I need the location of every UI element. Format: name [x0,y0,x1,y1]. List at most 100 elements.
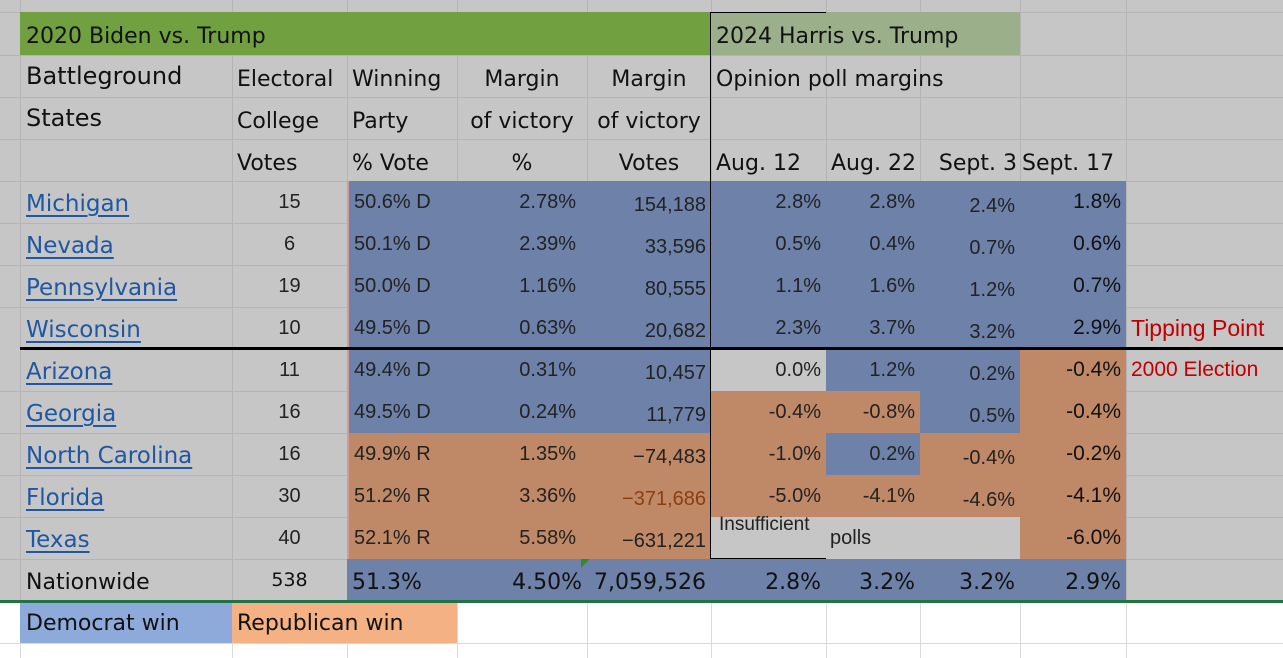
header-electoral-1[interactable]: Electoral [232,55,347,97]
winning-party[interactable]: 51.2% R [347,475,457,517]
poll-margin[interactable]: -0.2% [1020,433,1126,475]
margin-votes[interactable]: −631,221 [587,517,711,559]
margin-pct[interactable]: 0.63% [457,307,587,349]
header-electoral-2[interactable]: College [232,97,347,139]
header-electoral-3[interactable]: Votes [232,139,347,181]
electoral-votes[interactable]: 15 [232,181,347,223]
poll-margin[interactable]: 2.8% [711,181,826,223]
poll-margin[interactable]: polls [826,517,920,559]
margin-pct[interactable]: 2.39% [457,223,587,265]
margin-pct[interactable]: 0.24% [457,391,587,433]
electoral-votes[interactable]: 19 [232,265,347,307]
poll-margin[interactable]: -4.1% [826,475,920,517]
header-margin-votes-1[interactable]: Margin [587,55,711,97]
electoral-votes[interactable]: 16 [232,433,347,475]
winning-party[interactable]: 49.4% D [347,349,457,391]
poll-margin[interactable]: -4.1% [1020,475,1126,517]
poll-margin[interactable]: 0.4% [826,223,920,265]
annotation-note[interactable]: Tipping Point [1126,307,1283,349]
margin-pct[interactable]: 1.16% [457,265,587,307]
state-link[interactable]: North Carolina [20,433,232,475]
poll-margin[interactable]: 0.2% [826,433,920,475]
poll-margin[interactable]: 2.3% [711,307,826,349]
margin-votes[interactable]: 11,779 [587,391,711,433]
nationwide-label[interactable]: Nationwide [20,559,232,601]
poll-margin[interactable]: -4.6% [920,475,1020,517]
electoral-votes[interactable]: 11 [232,349,347,391]
error-indicator-icon[interactable] [581,559,590,568]
header-poll-date[interactable]: Sept. 17 [1020,139,1126,181]
winning-party[interactable]: 49.5% D [347,391,457,433]
poll-margin[interactable]: -5.0% [711,475,826,517]
poll-margin[interactable]: 2.4% [920,181,1020,223]
margin-votes[interactable]: 10,457 [587,349,711,391]
margin-votes[interactable]: 20,682 [587,307,711,349]
poll-margin[interactable]: -6.0% [1020,517,1126,559]
poll-margin[interactable]: 1.2% [826,349,920,391]
legend-republican[interactable]: Republican win [232,603,457,643]
nationwide-poll[interactable]: 2.8% [711,559,826,601]
poll-margin[interactable]: -0.4% [711,391,826,433]
winning-party[interactable]: 49.9% R [347,433,457,475]
nationwide-ev[interactable]: 538 [232,559,347,601]
nationwide-poll[interactable]: 2.9% [1020,559,1126,601]
header-margin-pct-1[interactable]: Margin [457,55,587,97]
margin-pct[interactable]: 5.58% [457,517,587,559]
electoral-votes[interactable]: 30 [232,475,347,517]
title-2024[interactable]: 2024 Harris vs. Trump [711,12,1020,55]
poll-margin[interactable]: 3.7% [826,307,920,349]
annotation-note[interactable]: 2000 Election [1126,349,1283,391]
electoral-votes[interactable]: 10 [232,307,347,349]
winning-party[interactable]: 52.1% R [347,517,457,559]
poll-margin[interactable]: 2.8% [826,181,920,223]
poll-insufficient[interactable]: Insufficient [711,515,826,559]
legend-democrat[interactable]: Democrat win [20,603,232,643]
poll-margin[interactable] [920,517,1020,559]
header-winning-2[interactable]: Party [347,97,457,139]
nationwide-poll[interactable]: 3.2% [920,559,1020,601]
nationwide-margin-votes[interactable]: 7,059,526 [587,559,711,601]
poll-margin[interactable]: 0.7% [920,223,1020,265]
header-poll-date[interactable]: Aug. 22 [826,139,920,181]
title-2020[interactable]: 2020 Biden vs. Trump [20,12,711,55]
header-poll-date[interactable]: Aug. 12 [711,139,826,181]
state-link[interactable]: Arizona [20,349,232,391]
margin-votes[interactable]: 33,596 [587,223,711,265]
header-state-2[interactable]: States [20,97,232,139]
poll-margin[interactable]: -1.0% [711,433,826,475]
margin-votes[interactable]: 80,555 [587,265,711,307]
electoral-votes[interactable]: 16 [232,391,347,433]
state-link[interactable]: Nevada [20,223,232,265]
margin-pct[interactable]: 2.78% [457,181,587,223]
state-link[interactable]: Georgia [20,391,232,433]
poll-margin[interactable]: 0.7% [1020,265,1126,307]
winning-party[interactable]: 49.5% D [347,307,457,349]
poll-margin[interactable]: 0.5% [711,223,826,265]
poll-margin[interactable]: 1.2% [920,265,1020,307]
winning-party[interactable]: 50.1% D [347,223,457,265]
poll-margin[interactable]: 1.6% [826,265,920,307]
poll-margin[interactable]: -0.4% [1020,349,1126,391]
state-link[interactable]: Texas [20,517,232,559]
nationwide-poll[interactable]: 3.2% [826,559,920,601]
header-margin-pct-2[interactable]: of victory [457,97,587,139]
poll-margin[interactable]: 0.5% [920,391,1020,433]
margin-pct[interactable]: 1.35% [457,433,587,475]
state-link[interactable]: Pennsylvania [20,265,232,307]
nationwide-win[interactable]: 51.3% [347,559,457,601]
margin-votes[interactable]: 154,188 [587,181,711,223]
state-link[interactable]: Wisconsin [20,307,232,349]
header-winning-3[interactable]: % Vote [347,139,457,181]
electoral-votes[interactable]: 6 [232,223,347,265]
header-state-1[interactable]: Battleground [20,55,232,97]
poll-margin[interactable]: 2.9% [1020,307,1126,349]
header-margin-votes-3[interactable]: Votes [587,139,711,181]
nationwide-margin-pct[interactable]: 4.50% [457,559,587,601]
header-margin-votes-2[interactable]: of victory [587,97,711,139]
margin-pct[interactable]: 3.36% [457,475,587,517]
poll-margin[interactable]: -0.4% [1020,391,1126,433]
poll-margin[interactable]: 0.2% [920,349,1020,391]
poll-margin[interactable]: 3.2% [920,307,1020,349]
header-polls-label[interactable]: Opinion poll margins [711,55,1020,97]
poll-margin[interactable]: -0.8% [826,391,920,433]
